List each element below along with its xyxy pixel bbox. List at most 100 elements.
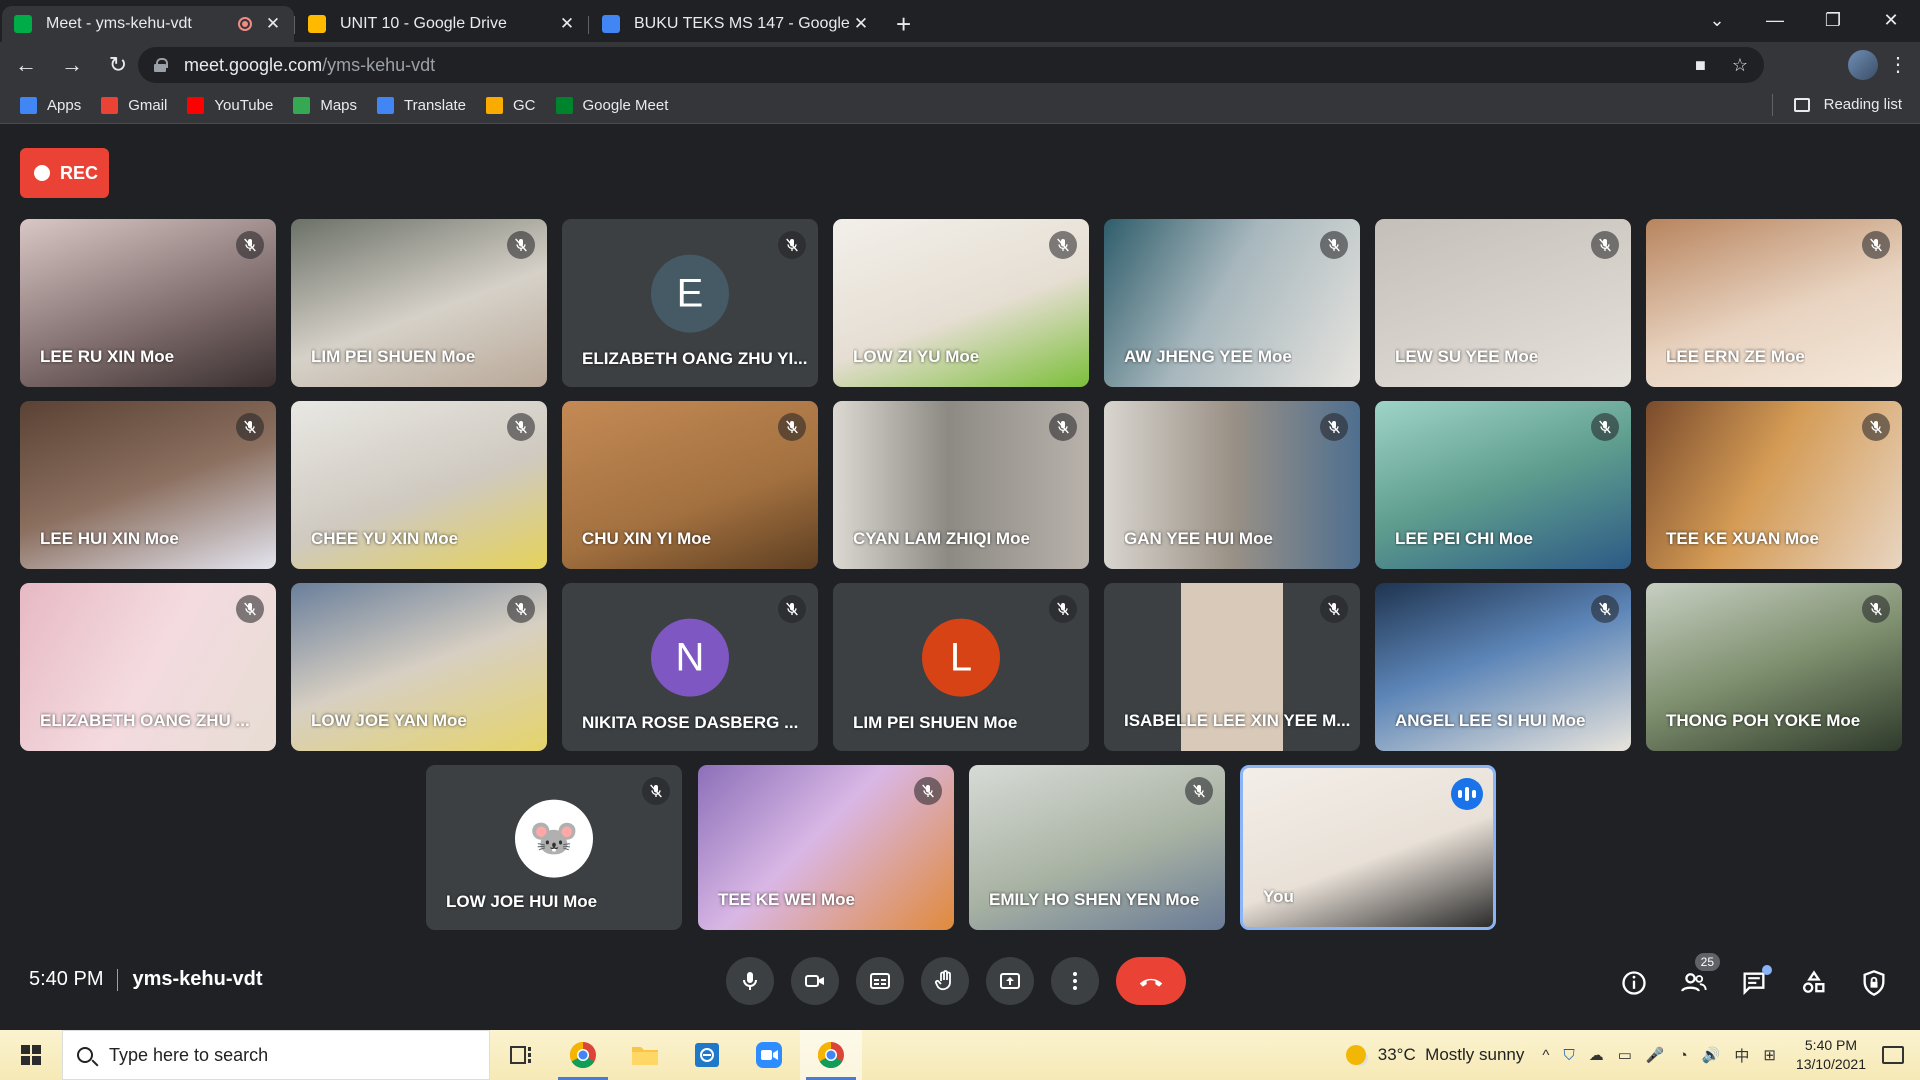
leave-call-button[interactable] xyxy=(1116,957,1186,1005)
input-language[interactable]: 中 xyxy=(1734,1045,1749,1066)
muted-mic-icon xyxy=(1049,231,1077,259)
participant-tile[interactable]: LOW JOE YAN Moe xyxy=(291,583,547,751)
recording-indicator[interactable]: REC xyxy=(20,148,109,198)
tab-close-icon[interactable]: ✕ xyxy=(558,14,576,34)
camera-button[interactable] xyxy=(791,957,839,1005)
more-options-button[interactable] xyxy=(1051,957,1099,1005)
taskbar-chrome-1[interactable] xyxy=(552,1030,614,1080)
activities-button[interactable] xyxy=(1796,965,1832,1001)
notification-center-icon[interactable] xyxy=(1882,1046,1904,1064)
bookmark-gc[interactable]: GC xyxy=(486,97,536,114)
tab-close-icon[interactable]: ✕ xyxy=(852,14,870,34)
participant-tile[interactable]: ANGEL LEE SI HUI Moe xyxy=(1375,583,1631,751)
browser-tab[interactable]: Meet - yms-kehu-vdt ✕ xyxy=(2,6,294,42)
participant-name: LEE RU XIN Moe xyxy=(40,347,175,366)
participant-tile[interactable]: LIM PEI SHUEN Moe xyxy=(291,219,547,387)
ime-mode-icon[interactable]: ⊞ xyxy=(1763,1046,1776,1064)
bookmark-google-meet[interactable]: Google Meet xyxy=(555,97,668,114)
restore-button[interactable]: ❐ xyxy=(1804,10,1862,31)
self-video-tile[interactable]: You xyxy=(1240,765,1496,930)
host-controls-button[interactable] xyxy=(1856,965,1892,1001)
address-bar[interactable]: meet.google.com/yms-kehu-vdt ■ ☆ xyxy=(138,47,1764,83)
minimize-button[interactable]: — xyxy=(1746,10,1804,31)
mic-button[interactable] xyxy=(726,957,774,1005)
browser-tab[interactable]: BUKU TEKS MS 147 - Google Doc✕ xyxy=(588,6,882,42)
participant-tile[interactable]: LEW SU YEE Moe xyxy=(1375,219,1631,387)
taskbar-app-blue[interactable] xyxy=(676,1030,738,1080)
participant-tile[interactable]: AW JHENG YEE Moe xyxy=(1104,219,1360,387)
url-host: meet.google.com xyxy=(184,54,323,75)
participant-tile[interactable]: 🐭 LOW JOE HUI Moe xyxy=(426,765,682,930)
tab-search-icon[interactable]: ⌄ xyxy=(1688,10,1746,31)
camera-in-use-icon[interactable]: ■ xyxy=(1695,55,1706,76)
captions-icon xyxy=(870,973,890,989)
participant-tile[interactable]: ISABELLE LEE XIN YEE M... xyxy=(1104,583,1360,751)
bookmark-translate[interactable]: Translate xyxy=(377,97,466,114)
participant-tile[interactable]: THONG POH YOKE Moe xyxy=(1646,583,1902,751)
bookmark-label: Apps xyxy=(47,97,82,114)
taskbar-zoom[interactable] xyxy=(738,1030,800,1080)
forward-button[interactable]: → xyxy=(52,52,92,78)
bookmark-apps[interactable]: Apps xyxy=(20,97,81,114)
new-tab-button[interactable]: + xyxy=(896,6,911,42)
start-button[interactable] xyxy=(0,1030,62,1080)
clock[interactable]: 5:40 PM 13/10/2021 xyxy=(1796,1036,1866,1074)
tab-favicon-icon xyxy=(308,15,326,33)
microphone-in-use-icon[interactable]: 🎤 xyxy=(1646,1046,1665,1064)
participant-tile[interactable]: LEE PEI CHI Moe xyxy=(1375,401,1631,569)
participant-tile[interactable]: LOW ZI YU Moe xyxy=(833,219,1089,387)
captions-button[interactable] xyxy=(856,957,904,1005)
browser-toolbar: ← → ↻ meet.google.com/yms-kehu-vdt ■ ☆ ⋮ xyxy=(0,42,1920,88)
battery-icon[interactable]: ▭ xyxy=(1618,1046,1632,1064)
back-button[interactable]: ← xyxy=(6,52,46,78)
taskbar-search-box[interactable]: Type here to search xyxy=(62,1030,490,1080)
bookmark-gmail[interactable]: Gmail xyxy=(101,97,167,114)
participant-tile[interactable]: CHEE YU XIN Moe xyxy=(291,401,547,569)
tab-title: BUKU TEKS MS 147 - Google Doc xyxy=(634,15,852,32)
bookmark-youtube[interactable]: YouTube xyxy=(187,97,273,114)
participant-tile[interactable]: N NIKITA ROSE DASBERG ... xyxy=(562,583,818,751)
participant-tile[interactable]: EMILY HO SHEN YEN Moe xyxy=(969,765,1225,930)
taskbar-chrome-2[interactable] xyxy=(800,1030,862,1080)
onedrive-cloud-icon[interactable]: ☁ xyxy=(1589,1046,1604,1064)
show-hidden-icons-icon[interactable]: ^ xyxy=(1542,1047,1549,1064)
reload-button[interactable]: ↻ xyxy=(98,52,138,78)
participant-tile[interactable]: LEE RU XIN Moe xyxy=(20,219,276,387)
participant-tile[interactable]: L LIM PEI SHUEN Moe xyxy=(833,583,1089,751)
reading-list-button[interactable]: Reading list xyxy=(1771,94,1902,116)
participant-name: CHU XIN YI Moe xyxy=(582,529,712,548)
people-button[interactable]: 25 xyxy=(1676,953,1720,1001)
participant-tile[interactable]: E ELIZABETH OANG ZHU YI... xyxy=(562,219,818,387)
volume-icon[interactable]: 🔊 xyxy=(1702,1046,1721,1064)
participant-tile[interactable]: GAN YEE HUI Moe xyxy=(1104,401,1360,569)
browser-menu-icon[interactable]: ⋮ xyxy=(1888,52,1908,77)
participant-name: CHEE YU XIN Moe xyxy=(311,529,459,548)
bookmark-maps[interactable]: Maps xyxy=(293,97,357,114)
close-window-button[interactable]: ✕ xyxy=(1862,10,1920,31)
participant-tile[interactable]: TEE KE WEI Moe xyxy=(698,765,954,930)
lock-icon[interactable] xyxy=(154,58,168,72)
taskbar-file-explorer[interactable] xyxy=(614,1030,676,1080)
present-button[interactable] xyxy=(986,957,1034,1005)
participant-tile[interactable]: LEE ERN ZE Moe xyxy=(1646,219,1902,387)
weather-widget[interactable]: 33°C Mostly sunny xyxy=(1345,1045,1524,1065)
participant-name: GAN YEE HUI Moe xyxy=(1124,529,1273,548)
browser-tab[interactable]: UNIT 10 - Google Drive ✕ xyxy=(294,6,588,42)
meeting-info-button[interactable] xyxy=(1616,965,1652,1001)
participant-name: EMILY HO SHEN YEN Moe xyxy=(989,890,1200,909)
participant-tile[interactable]: CYAN LAM ZHIQI Moe xyxy=(833,401,1089,569)
participant-tile[interactable]: CHU XIN YI Moe xyxy=(562,401,818,569)
windows-taskbar: Type here to search 33°C Mostly sunny ^ … xyxy=(0,1030,1920,1080)
wifi-icon[interactable]: ◔ xyxy=(1679,1047,1688,1064)
task-view-button[interactable] xyxy=(490,1030,552,1080)
raise-hand-button[interactable] xyxy=(921,957,969,1005)
participant-tile[interactable]: ELIZABETH OANG ZHU ... xyxy=(20,583,276,751)
participant-tile[interactable]: TEE KE XUAN Moe xyxy=(1646,401,1902,569)
record-dot-icon xyxy=(34,165,50,181)
defender-shield-icon[interactable]: ⛉ xyxy=(1563,1047,1574,1064)
profile-avatar[interactable] xyxy=(1848,50,1878,80)
participant-tile[interactable]: LEE HUI XIN Moe xyxy=(20,401,276,569)
bookmark-star-icon[interactable]: ☆ xyxy=(1732,55,1748,76)
chat-button[interactable] xyxy=(1736,965,1772,1001)
tab-close-icon[interactable]: ✕ xyxy=(264,14,282,34)
